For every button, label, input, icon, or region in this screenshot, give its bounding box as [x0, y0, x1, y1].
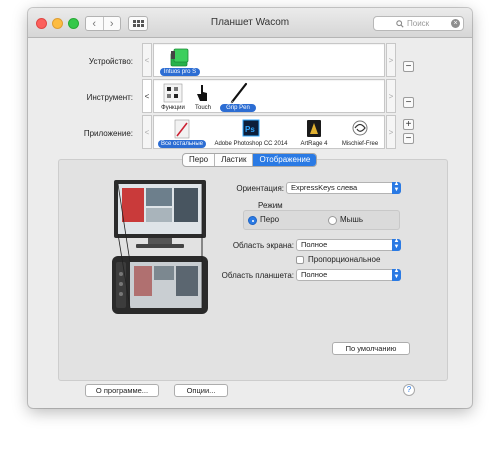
tool-label: Grip Pen — [220, 104, 256, 112]
orientation-value: ExpressKeys слева — [291, 183, 358, 192]
tool-scroll-left[interactable]: < — [142, 79, 152, 113]
device-row-label: Устройство: — [88, 57, 133, 66]
search-placeholder: Поиск — [407, 19, 430, 28]
mode-group: Перо Мышь — [243, 210, 400, 230]
device-tile-intuos[interactable]: Intuos pro S — [158, 46, 202, 76]
app-label: Все остальные — [158, 140, 206, 148]
tool-scroll-right[interactable]: > — [386, 79, 396, 113]
app-list: Все остальные Ps Adobe Photoshop CC 2014… — [153, 115, 385, 149]
title-bar: ‹ › Планшет Wacom Поиск × — [28, 8, 472, 38]
app-label: Mischief-Free — [341, 141, 379, 147]
proportional-checkbox[interactable] — [296, 256, 304, 264]
tablet-area-label: Область планшета: — [221, 271, 294, 280]
screen-area-label: Область экрана: — [232, 241, 294, 250]
mode-label: Режим — [258, 201, 283, 210]
tool-row-label: Инструмент: — [86, 93, 133, 102]
default-button[interactable]: По умолчанию — [332, 342, 410, 355]
device-label: Intuos pro S — [160, 68, 200, 76]
orientation-popup[interactable]: ExpressKeys слева ▲ ▼ — [286, 181, 401, 194]
wacom-preferences-window: ‹ › Планшет Wacom Поиск × Устройство: < … — [28, 8, 472, 408]
help-button[interactable]: ? — [403, 384, 415, 396]
settings-tabs: Перо Ластик Отображение — [182, 153, 318, 167]
app-tile-all-others[interactable]: Все остальные — [156, 118, 208, 148]
app-label: Adobe Photoshop CC 2014 — [214, 141, 288, 147]
tool-label: Функции — [161, 105, 185, 111]
pen-icon — [230, 82, 248, 104]
app-label: ArtRage 4 — [300, 141, 328, 147]
options-button[interactable]: Опции... — [174, 384, 228, 397]
tool-list: Функции Touch Grip Pen — [153, 79, 385, 113]
tab-eraser[interactable]: Ластик — [215, 154, 254, 166]
device-scroll-right[interactable]: > — [386, 43, 396, 77]
screen-area-value: Полное — [301, 240, 328, 249]
clear-search-icon[interactable]: × — [451, 19, 460, 28]
search-field[interactable]: Поиск × — [373, 16, 464, 31]
touch-icon — [197, 85, 207, 101]
svg-text:Ps: Ps — [245, 125, 255, 134]
screen-area-popup[interactable]: Полное ▲ ▼ — [296, 238, 401, 251]
proportional-label: Пропорциональное — [308, 255, 381, 264]
tablet-area-value: Полное — [301, 270, 328, 279]
functions-icon — [163, 83, 183, 103]
app-scroll-right[interactable]: > — [386, 115, 396, 149]
tool-tile-touch[interactable]: Touch — [190, 82, 216, 112]
radio-selected-icon — [248, 216, 257, 225]
device-list: Intuos pro S — [153, 43, 385, 77]
radio-unselected-icon — [328, 216, 337, 225]
search-icon — [396, 20, 404, 28]
remove-tool-button[interactable]: − — [403, 97, 414, 108]
remove-app-button[interactable]: − — [403, 133, 414, 144]
mapping-illustration — [112, 180, 208, 314]
orientation-label: Ориентация: — [236, 184, 284, 193]
app-tile-artrage[interactable]: ArtRage 4 — [294, 118, 334, 148]
tab-pen[interactable]: Перо — [183, 154, 216, 166]
chevron-updown-icon: ▲ ▼ — [392, 238, 401, 251]
mode-mouse-label: Мышь — [340, 215, 363, 224]
tool-tile-functions[interactable]: Функции — [158, 82, 188, 112]
tool-label: Touch — [194, 105, 211, 111]
photoshop-icon: Ps — [242, 119, 260, 137]
tablet-icon — [170, 48, 189, 67]
device-scroll-left[interactable]: < — [142, 43, 152, 77]
about-button[interactable]: О программе... — [85, 384, 159, 397]
app-row-label: Приложение: — [83, 129, 133, 138]
chevron-updown-icon: ▲ ▼ — [392, 181, 401, 194]
remove-device-button[interactable]: − — [403, 61, 414, 72]
app-tile-mischief[interactable]: Mischief-Free — [336, 118, 384, 148]
app-tile-photoshop[interactable]: Ps Adobe Photoshop CC 2014 — [210, 118, 292, 148]
add-app-button[interactable]: + — [403, 119, 414, 130]
mischief-icon — [352, 120, 368, 136]
tool-tile-grip-pen[interactable]: Grip Pen — [218, 82, 258, 112]
artrage-icon — [307, 120, 321, 137]
all-apps-icon — [174, 119, 190, 139]
chevron-updown-icon: ▲ ▼ — [392, 268, 401, 281]
app-scroll-left[interactable]: < — [142, 115, 152, 149]
tablet-area-popup[interactable]: Полное ▲ ▼ — [296, 268, 401, 281]
tab-mapping[interactable]: Отображение — [253, 154, 317, 166]
mode-pen-label: Перо — [260, 215, 280, 224]
